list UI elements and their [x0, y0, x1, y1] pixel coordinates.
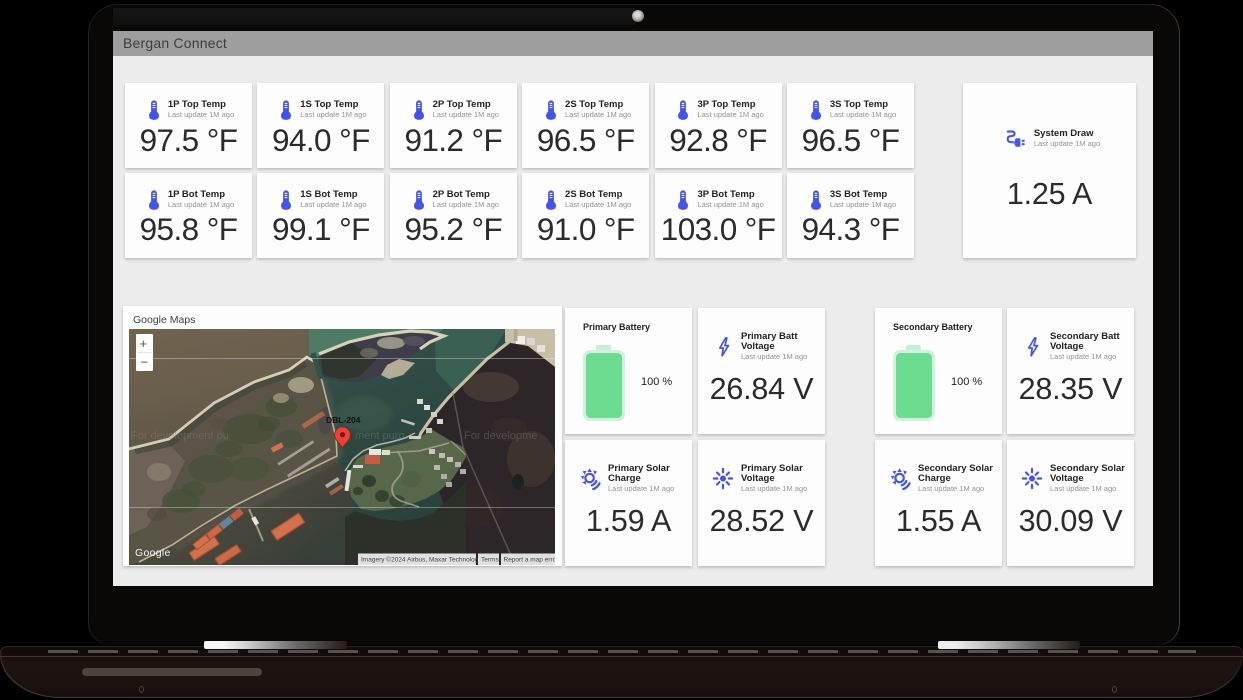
svg-text:−: − [141, 355, 149, 370]
svg-text:For developme: For developme [464, 430, 537, 442]
svg-text:Terms: Terms [481, 557, 499, 564]
svg-text:Imagery ©2024 Airbus, Maxar Te: Imagery ©2024 Airbus, Maxar Technologies [361, 556, 487, 564]
svg-text:Report a map error: Report a map error [504, 557, 556, 564]
svg-text:DBL-204: DBL-204 [326, 415, 361, 425]
svg-text:ment purp: ment purp [355, 430, 405, 442]
svg-text:+: + [140, 336, 148, 351]
svg-text:Google: Google [135, 547, 171, 559]
svg-text:For development pu: For development pu [131, 430, 229, 442]
